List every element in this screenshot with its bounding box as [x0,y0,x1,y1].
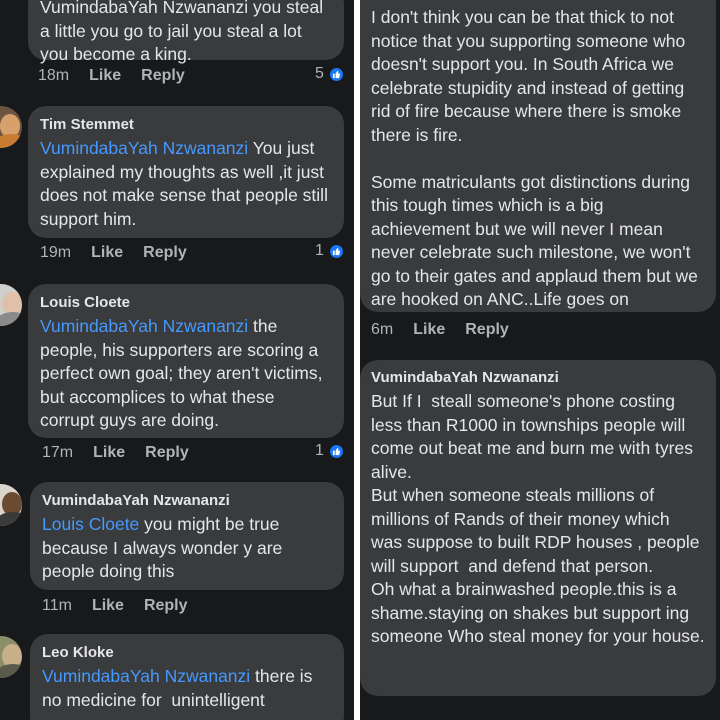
like-button[interactable]: Like [91,244,123,262]
avatar[interactable] [0,636,22,678]
mention-link[interactable]: VumindabaYah Nzwananzi [42,666,250,686]
reaction-count[interactable]: 1 [315,442,345,460]
reaction-count[interactable]: 5 [315,65,345,83]
reply-button[interactable]: Reply [143,244,187,262]
comment-author[interactable]: Louis Cloete [40,294,332,311]
comment-bubble[interactable]: Louis Cloete VumindabaYah Nzwananzi the … [28,284,344,438]
reply-button[interactable]: Reply [465,321,509,339]
comment-time: 18m [38,67,70,84]
comment-bubble[interactable]: Tim Stemmet VumindabaYah Nzwananzi You j… [28,106,344,238]
comment-text: VumindabaYah Nzwananzi You just explaine… [40,138,333,229]
comment-author[interactable]: VumindabaYah Nzwananzi [371,369,705,386]
reaction-count[interactable]: 1 [315,242,345,260]
comment-actions: 17m Like Reply [42,444,189,462]
like-button[interactable]: Like [413,321,445,339]
comment-bubble[interactable]: I don't think you can be that thick to n… [360,0,716,312]
reply-button[interactable]: Reply [144,597,188,615]
mention-link[interactable]: VumindabaYah Nzwananzi [40,138,248,158]
left-comments-panel: VumindabaYah Nzwananzi you steal a littl… [0,0,354,720]
comment-actions: 11m Like Reply [42,597,188,615]
comment-time: 11m [42,597,72,614]
comment-author[interactable]: Tim Stemmet [40,116,332,133]
comment-bubble[interactable]: Leo Kloke VumindabaYah Nzwananzi there i… [30,634,344,720]
comment-text: VumindabaYah Nzwananzi you steal a littl… [40,0,328,64]
comment-text: But If I steall someone's phone costing … [371,391,705,646]
comment-text: VumindabaYah Nzwananzi the people, his s… [40,316,328,430]
comment-time: 17m [42,444,74,461]
comment-actions: 19m Like Reply [40,244,187,262]
comment-author[interactable]: Leo Kloke [42,644,332,661]
comment-actions: 6m Like Reply [371,321,509,339]
reply-button[interactable]: Reply [141,67,185,85]
comment-text: VumindabaYah Nzwananzi there is no medic… [42,666,318,710]
comment-bubble[interactable]: VumindabaYah Nzwananzi Louis Cloete you … [30,482,344,590]
like-button[interactable]: Like [92,597,124,615]
reply-button[interactable]: Reply [145,444,189,462]
avatar[interactable] [0,106,22,148]
mention-link[interactable]: Louis Cloete [42,514,139,534]
comment-bubble[interactable]: VumindabaYah Nzwananzi But If I steall s… [360,360,716,696]
avatar[interactable] [0,284,22,326]
thumbs-up-icon [327,65,345,83]
comment-author[interactable]: VumindabaYah Nzwananzi [42,492,332,509]
thumbs-up-icon [327,242,345,260]
like-button[interactable]: Like [89,67,121,85]
comment-actions: 18m Like Reply [38,67,185,85]
thumbs-up-icon [327,442,345,460]
comment-time: 19m [40,244,72,261]
right-comments-panel: I don't think you can be that thick to n… [360,0,720,720]
comment-bubble[interactable]: VumindabaYah Nzwananzi you steal a littl… [28,0,344,64]
like-button[interactable]: Like [93,444,125,462]
comment-text: I don't think you can be that thick to n… [371,7,698,309]
comment-time: 6m [371,321,394,338]
mention-link[interactable]: VumindabaYah Nzwananzi [40,316,248,336]
avatar[interactable] [0,484,22,526]
comment-text: Louis Cloete you might be true because I… [42,514,288,581]
